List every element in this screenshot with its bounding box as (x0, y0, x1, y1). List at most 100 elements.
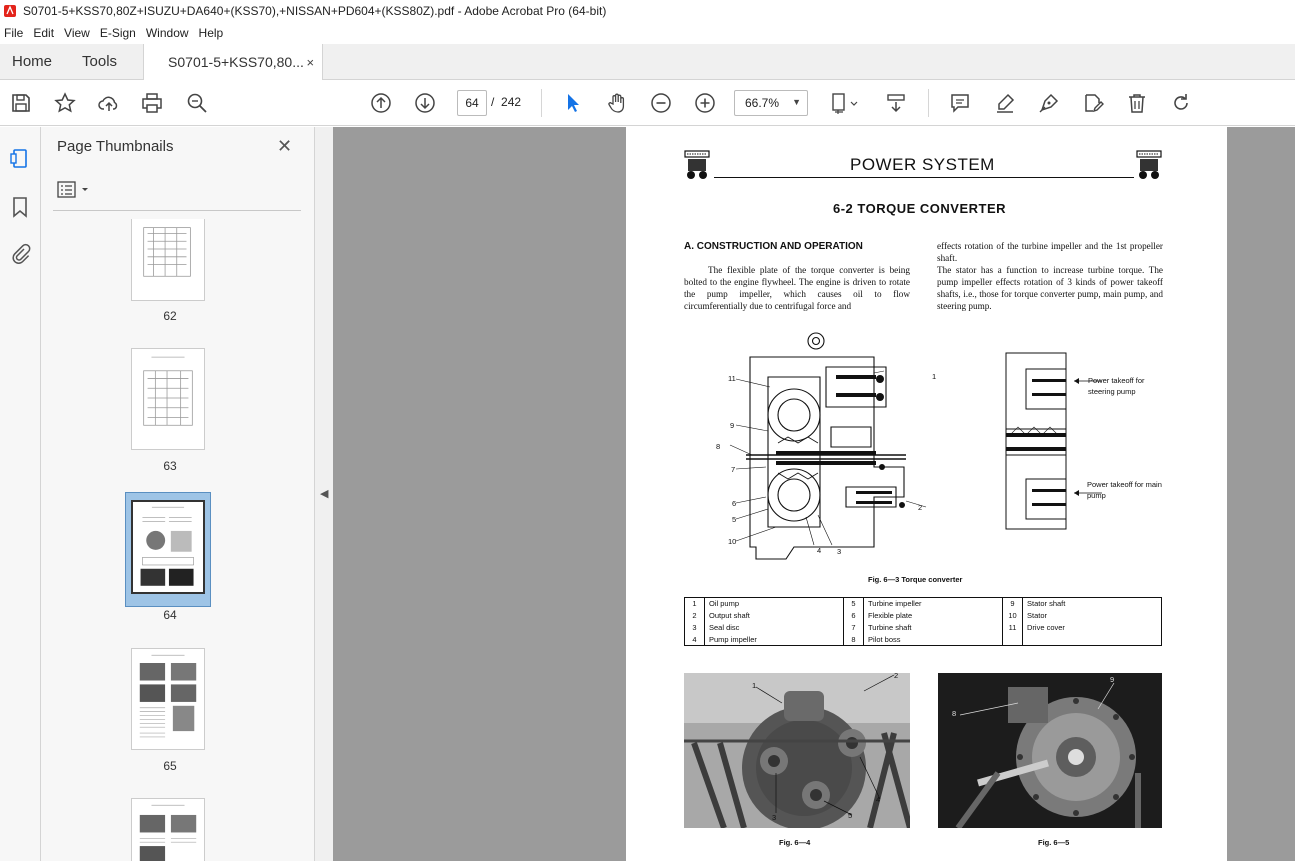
tab-document[interactable]: S0701-5+KSS70,80... × (143, 44, 324, 80)
legend-cell: 4 (684, 633, 705, 646)
print-icon[interactable] (140, 91, 164, 115)
photo-fig-6-5: 8 9 (938, 673, 1162, 828)
table-row: 1 Oil pump 5 Turbine impeller 9 Stator s… (684, 597, 1162, 610)
tab-bar: Home Tools S0701-5+KSS70,80... × (0, 44, 1295, 80)
legend-cell: 6 (843, 609, 864, 622)
photo-callout-3: 3 (772, 813, 777, 822)
body-paragraph-right-1: effects rotation of the turbine impeller… (937, 241, 1163, 263)
menu-esign[interactable]: E-Sign (96, 26, 142, 40)
menu-bar: File Edit View E-Sign Window Help (0, 22, 1295, 44)
photo-callout-9: 9 (1110, 675, 1115, 684)
thumbnail-label: 63 (163, 459, 177, 473)
thumbnail-page[interactable] (131, 348, 205, 450)
photo-callout-5: 5 (848, 811, 853, 820)
comment-icon[interactable] (948, 91, 972, 115)
hand-tool-icon[interactable] (605, 91, 629, 115)
legend-cell: Turbine impeller (863, 597, 1003, 610)
scroll-mode-icon[interactable] (884, 91, 908, 115)
zoom-in-icon[interactable] (693, 91, 717, 115)
page-fit-icon[interactable] (830, 91, 862, 115)
delete-icon[interactable] (1125, 91, 1149, 115)
document-viewer: POWER SYSTEM 6-2 TORQUE CONVERTER A. CON… (333, 127, 1295, 861)
bookmarks-icon[interactable] (9, 195, 31, 219)
page-total: / 242 (491, 95, 521, 109)
photo-callout-1: 1 (752, 681, 757, 690)
find-zoom-icon[interactable] (185, 91, 209, 115)
callout-9: 9 (730, 421, 735, 430)
draw-pen-icon[interactable] (1037, 91, 1061, 115)
legend-cell: 11 (1002, 621, 1023, 634)
close-panel-icon[interactable]: ✕ (277, 136, 292, 157)
legend-cell: Pilot boss (863, 633, 1003, 646)
close-tab-icon[interactable]: × (306, 55, 314, 70)
photo-caption-fig-6-5: Fig. 6—5 (1038, 838, 1070, 847)
highlight-pen-icon[interactable] (993, 91, 1017, 115)
menu-window[interactable]: Window (142, 26, 195, 40)
panel-splitter[interactable]: ◀ (314, 127, 333, 861)
body-paragraph-right-2: The stator has a function to increase tu… (937, 265, 1163, 311)
tab-home[interactable]: Home (0, 44, 64, 79)
tab-document-label: S0701-5+KSS70,80... (168, 54, 304, 70)
cloud-upload-icon[interactable] (97, 91, 121, 115)
previous-page-icon[interactable] (369, 91, 393, 115)
menu-file[interactable]: File (0, 26, 29, 40)
page-thumbnails-icon[interactable] (9, 147, 31, 171)
bookmark-star-icon[interactable] (53, 91, 77, 115)
legend-cell: 9 (1002, 597, 1023, 610)
legend-cell: 7 (843, 621, 864, 634)
legend-cell: Turbine shaft (863, 621, 1003, 634)
photo-fig-6-4: 1 2 3 4 5 (684, 673, 910, 828)
header-rule (714, 177, 1134, 178)
table-row: 3 Seal disc 7 Turbine shaft 11 Drive cov… (684, 621, 1162, 634)
legend-cell: Seal disc (704, 621, 844, 634)
legend-cell: Stator shaft (1027, 599, 1066, 609)
legend-cell: 1 (684, 597, 705, 610)
legend-cell: 2 (684, 609, 705, 622)
pdf-page: POWER SYSTEM 6-2 TORQUE CONVERTER A. CON… (626, 127, 1227, 861)
rotate-icon[interactable] (1169, 91, 1193, 115)
edit-pdf-icon[interactable] (1081, 91, 1105, 115)
tab-tools[interactable]: Tools (70, 44, 129, 79)
toolbar-divider (541, 89, 542, 117)
menu-edit[interactable]: Edit (29, 26, 60, 40)
page-number-input[interactable]: 64 (457, 90, 487, 116)
legend-cell: Flexible plate (863, 609, 1003, 622)
chevron-down-icon: ▼ (792, 97, 801, 107)
thumbnail-label: 65 (163, 759, 177, 773)
thumbnail-page[interactable] (131, 219, 205, 301)
forklift-logo-icon (1136, 150, 1162, 179)
thumbnail-page[interactable] (131, 648, 205, 750)
legend-cell: 10 (1002, 609, 1023, 622)
menu-view[interactable]: View (60, 26, 96, 40)
thumbnail-options-button[interactable] (57, 180, 93, 200)
list-options-icon (57, 181, 88, 198)
page-header-title: POWER SYSTEM (850, 155, 995, 174)
legend-cell (1002, 633, 1023, 646)
torque-converter-cross-section (729, 332, 927, 560)
menu-help[interactable]: Help (195, 26, 230, 40)
select-cursor-icon[interactable] (561, 91, 585, 115)
save-icon[interactable] (9, 91, 33, 115)
collapse-panel-icon[interactable]: ◀ (320, 487, 328, 500)
callout-main-pump: Power takeoff for main pump (1087, 480, 1162, 500)
page-total-count: 242 (501, 95, 522, 109)
thumbnail-page-current[interactable] (131, 500, 205, 594)
panel-divider (53, 210, 301, 211)
zoom-value: 66.7% (745, 96, 780, 110)
legend-cell: 8 (843, 633, 864, 646)
attachments-icon[interactable] (9, 241, 31, 265)
thumbnail-list: 62 63 64 65 (41, 219, 299, 861)
callout-8: 8 (716, 442, 721, 451)
callout-7: 7 (731, 465, 736, 474)
photo-callout-2: 2 (894, 673, 899, 680)
body-paragraph-left: The flexible plate of the torque convert… (684, 265, 910, 311)
next-page-icon[interactable] (413, 91, 437, 115)
zoom-out-icon[interactable] (649, 91, 673, 115)
left-rail (0, 127, 41, 861)
thumbnail-page[interactable] (131, 798, 205, 861)
legend-cell (1023, 634, 1162, 646)
viewer-margin (1227, 127, 1295, 861)
panel-title: Page Thumbnails (57, 138, 174, 155)
section-title: 6-2 TORQUE CONVERTER (833, 201, 1007, 216)
zoom-select[interactable]: 66.7% ▼ (734, 90, 808, 116)
